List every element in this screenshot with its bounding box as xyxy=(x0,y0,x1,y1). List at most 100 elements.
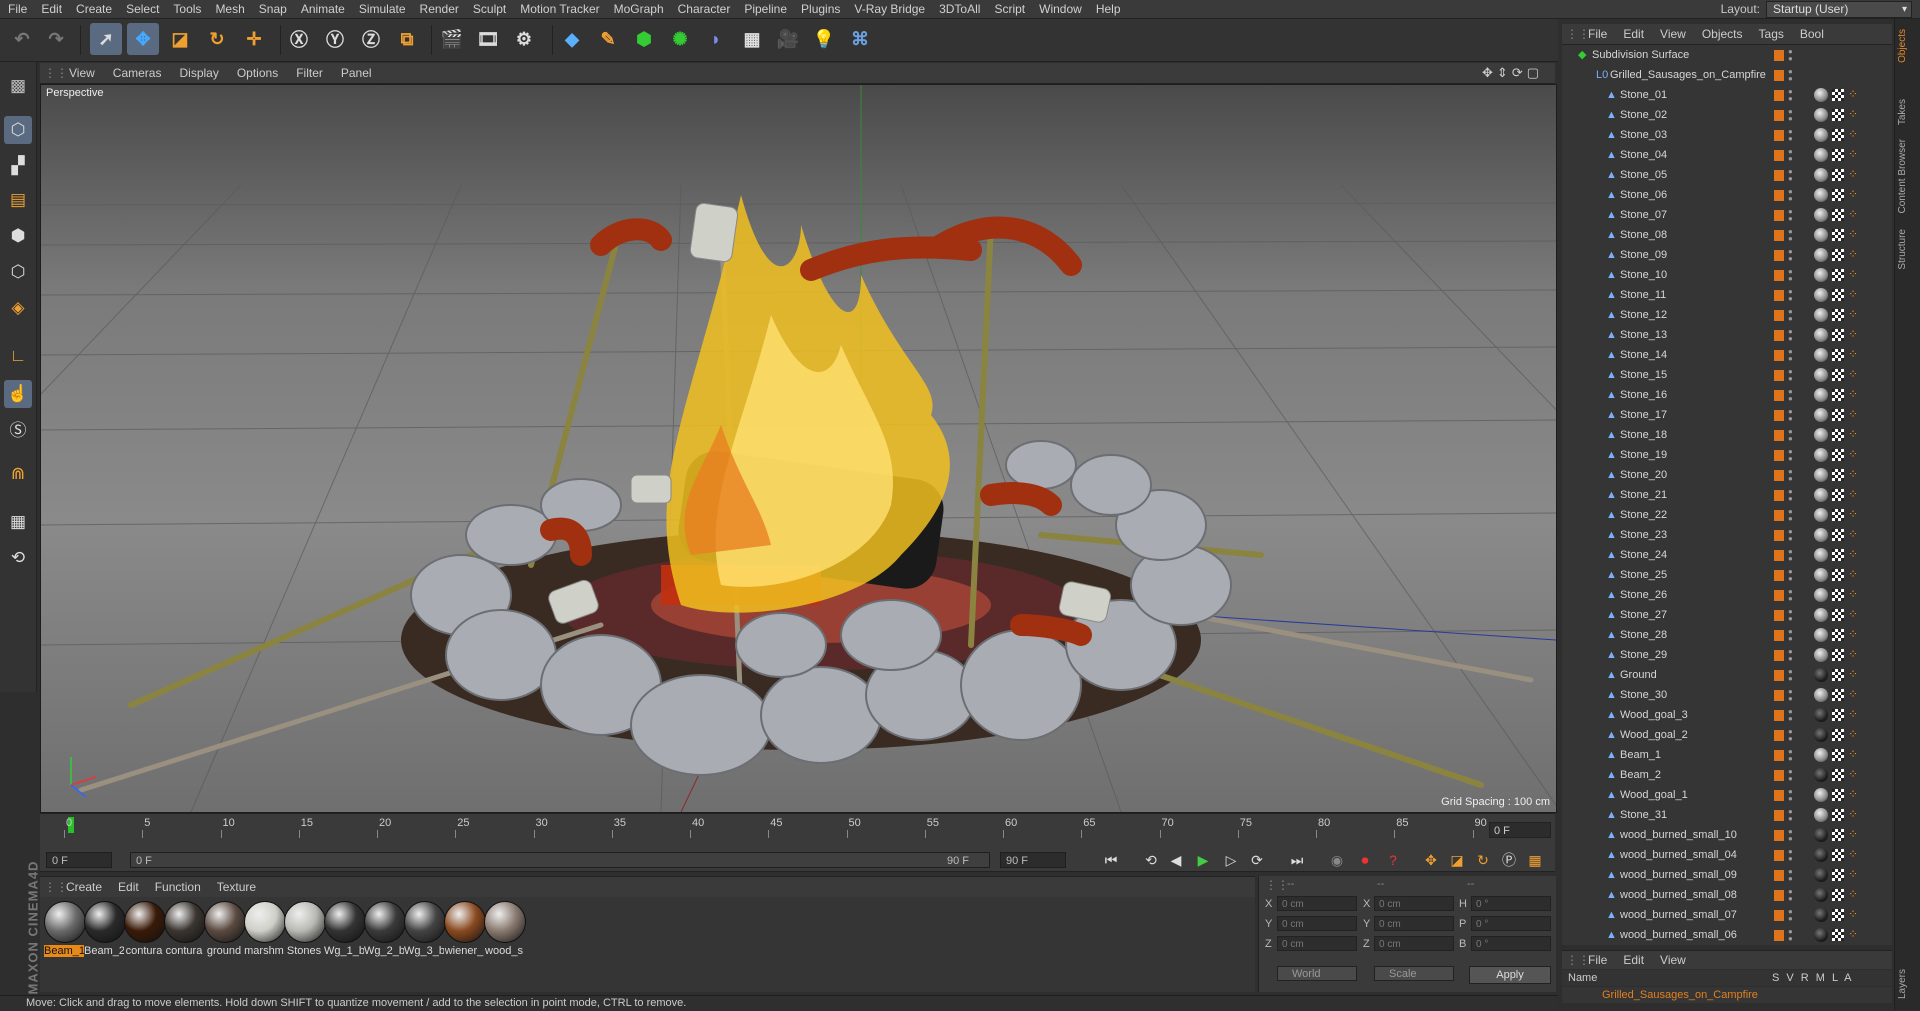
phong-tag-icon[interactable]: ⁘ xyxy=(1848,688,1860,700)
texture-tag-icon[interactable] xyxy=(1832,409,1844,421)
phong-tag-icon[interactable]: ⁘ xyxy=(1848,628,1860,640)
material-tag-icon[interactable] xyxy=(1814,448,1828,462)
material-swatch[interactable]: Beam_1 xyxy=(44,901,86,957)
material-tag-icon[interactable] xyxy=(1814,928,1828,942)
material-tag-icon[interactable] xyxy=(1814,748,1828,762)
menu-motion-tracker[interactable]: Motion Tracker xyxy=(513,0,606,18)
object-row[interactable]: ▲ wood_burned_small_04 ● ● ⁘ xyxy=(1562,845,1892,865)
layer-color-swatch[interactable] xyxy=(1774,250,1784,261)
visibility-dots-icon[interactable]: ● ● xyxy=(1788,228,1794,243)
menu-render[interactable]: Render xyxy=(413,0,466,18)
solo-mode-icon[interactable]: Ⓢ xyxy=(4,414,32,442)
visibility-dots-icon[interactable]: ● ● xyxy=(1788,108,1794,123)
object-row[interactable]: ▲ Stone_04 ● ● ⁘ xyxy=(1562,145,1892,165)
layer-color-swatch[interactable] xyxy=(1774,190,1784,201)
phong-tag-icon[interactable]: ⁘ xyxy=(1848,328,1860,340)
object-row[interactable]: ▲ Stone_13 ● ● ⁘ xyxy=(1562,325,1892,345)
texture-tag-icon[interactable] xyxy=(1832,489,1844,501)
layer-color-swatch[interactable] xyxy=(1774,70,1784,81)
material-tag-icon[interactable] xyxy=(1814,588,1828,602)
material-tag-icon[interactable] xyxy=(1814,148,1828,162)
visibility-dots-icon[interactable]: ● ● xyxy=(1788,608,1794,623)
object-row[interactable]: ▲ Stone_14 ● ● ⁘ xyxy=(1562,345,1892,365)
texture-tag-icon[interactable] xyxy=(1832,129,1844,141)
material-tag-icon[interactable] xyxy=(1814,908,1828,922)
layer-color-swatch[interactable] xyxy=(1774,730,1784,741)
material-tag-icon[interactable] xyxy=(1814,348,1828,362)
position-key-icon[interactable]: ✥ xyxy=(1420,850,1442,870)
texture-tag-icon[interactable] xyxy=(1832,309,1844,321)
snapping-icon[interactable]: ⋒ xyxy=(4,460,32,488)
parameter-key-icon[interactable]: Ⓟ xyxy=(1498,850,1520,870)
max-frame-field[interactable]: 90 F xyxy=(1000,852,1066,868)
phong-tag-icon[interactable]: ⁘ xyxy=(1848,88,1860,100)
phong-tag-icon[interactable]: ⁘ xyxy=(1848,548,1860,560)
phong-tag-icon[interactable]: ⁘ xyxy=(1848,488,1860,500)
rotate-tool-icon[interactable]: ↻ xyxy=(201,23,233,55)
layer-color-swatch[interactable] xyxy=(1774,830,1784,841)
object-tree[interactable]: ◆ Subdivision Surface ● ● L0 Grilled_Sausage… xyxy=(1562,45,1892,945)
layer-color-swatch[interactable] xyxy=(1774,430,1784,441)
object-row[interactable]: ◆ Subdivision Surface ● ● xyxy=(1562,45,1892,65)
layer-color-swatch[interactable] xyxy=(1774,810,1784,821)
visibility-dots-icon[interactable]: ● ● xyxy=(1788,268,1794,283)
texture-tag-icon[interactable] xyxy=(1832,769,1844,781)
texture-tag-icon[interactable] xyxy=(1832,789,1844,801)
recent-tools-icon[interactable]: ✛ xyxy=(238,23,270,55)
material-tag-icon[interactable] xyxy=(1814,848,1828,862)
size-field[interactable]: 0 cm xyxy=(1374,936,1454,951)
object-menu-tags[interactable]: Tags xyxy=(1751,27,1792,41)
phong-tag-icon[interactable]: ⁘ xyxy=(1848,888,1860,900)
position-field[interactable]: 0 cm xyxy=(1277,936,1357,951)
phong-tag-icon[interactable]: ⁘ xyxy=(1848,388,1860,400)
viewport-menu-cameras[interactable]: Cameras xyxy=(104,66,171,80)
layer-color-swatch[interactable] xyxy=(1774,650,1784,661)
material-tag-icon[interactable] xyxy=(1814,648,1828,662)
menu-character[interactable]: Character xyxy=(671,0,738,18)
material-tag-icon[interactable] xyxy=(1814,528,1828,542)
material-tag-icon[interactable] xyxy=(1814,808,1828,822)
material-tag-icon[interactable] xyxy=(1814,868,1828,882)
object-row[interactable]: ▲ Stone_28 ● ● ⁘ xyxy=(1562,625,1892,645)
menu-window[interactable]: Window xyxy=(1032,0,1089,18)
visibility-dots-icon[interactable]: ● ● xyxy=(1788,868,1794,883)
phong-tag-icon[interactable]: ⁘ xyxy=(1848,208,1860,220)
layer-color-swatch[interactable] xyxy=(1774,210,1784,221)
coordinate-mode-dropdown[interactable]: Scale xyxy=(1374,966,1454,981)
menu-v-ray-bridge[interactable]: V-Ray Bridge xyxy=(847,0,932,18)
render-picture-viewer-icon[interactable]: 🎞 xyxy=(472,23,504,55)
visibility-dots-icon[interactable]: ● ● xyxy=(1788,548,1794,563)
next-key-icon[interactable]: ⟳ xyxy=(1246,850,1268,870)
layer-color-swatch[interactable] xyxy=(1774,690,1784,701)
texture-tag-icon[interactable] xyxy=(1832,749,1844,761)
layer-color-swatch[interactable] xyxy=(1774,630,1784,641)
object-row[interactable]: ▲ Stone_23 ● ● ⁘ xyxy=(1562,525,1892,545)
layer-color-swatch[interactable] xyxy=(1774,270,1784,281)
visibility-dots-icon[interactable]: ● ● xyxy=(1788,128,1794,143)
phong-tag-icon[interactable]: ⁘ xyxy=(1848,928,1860,940)
point-level-animation-icon[interactable]: ▦ xyxy=(1524,850,1546,870)
material-tag-icon[interactable] xyxy=(1814,468,1828,482)
menu-script[interactable]: Script xyxy=(987,0,1032,18)
texture-tag-icon[interactable] xyxy=(1832,509,1844,521)
visibility-dots-icon[interactable]: ● ● xyxy=(1788,628,1794,643)
material-swatch[interactable]: Beam_2 xyxy=(84,901,126,957)
material-swatch[interactable]: contura xyxy=(164,901,206,957)
viewport-menu-view[interactable]: View xyxy=(60,66,104,80)
render-settings-icon[interactable]: ⚙ xyxy=(508,23,540,55)
layer-row[interactable]: Grilled_Sausages_on_Campfire xyxy=(1562,987,1892,1003)
texture-tag-icon[interactable] xyxy=(1832,469,1844,481)
menu-snap[interactable]: Snap xyxy=(252,0,294,18)
texture-tag-icon[interactable] xyxy=(1832,909,1844,921)
phong-tag-icon[interactable]: ⁘ xyxy=(1848,268,1860,280)
visibility-dots-icon[interactable]: ● ● xyxy=(1788,568,1794,583)
side-tab-objects[interactable]: Objects xyxy=(1897,29,1917,63)
visibility-dots-icon[interactable]: ● ● xyxy=(1788,388,1794,403)
visibility-dots-icon[interactable]: ● ● xyxy=(1788,88,1794,103)
object-row[interactable]: ▲ Stone_11 ● ● ⁘ xyxy=(1562,285,1892,305)
object-row[interactable]: ▲ Stone_17 ● ● ⁘ xyxy=(1562,405,1892,425)
object-row[interactable]: L0 Grilled_Sausages_on_Campfire ● ● xyxy=(1562,65,1892,85)
layer-color-swatch[interactable] xyxy=(1774,910,1784,921)
rotation-field[interactable]: 0 ° xyxy=(1471,936,1551,951)
python-icon[interactable]: ⌘ xyxy=(844,23,876,55)
